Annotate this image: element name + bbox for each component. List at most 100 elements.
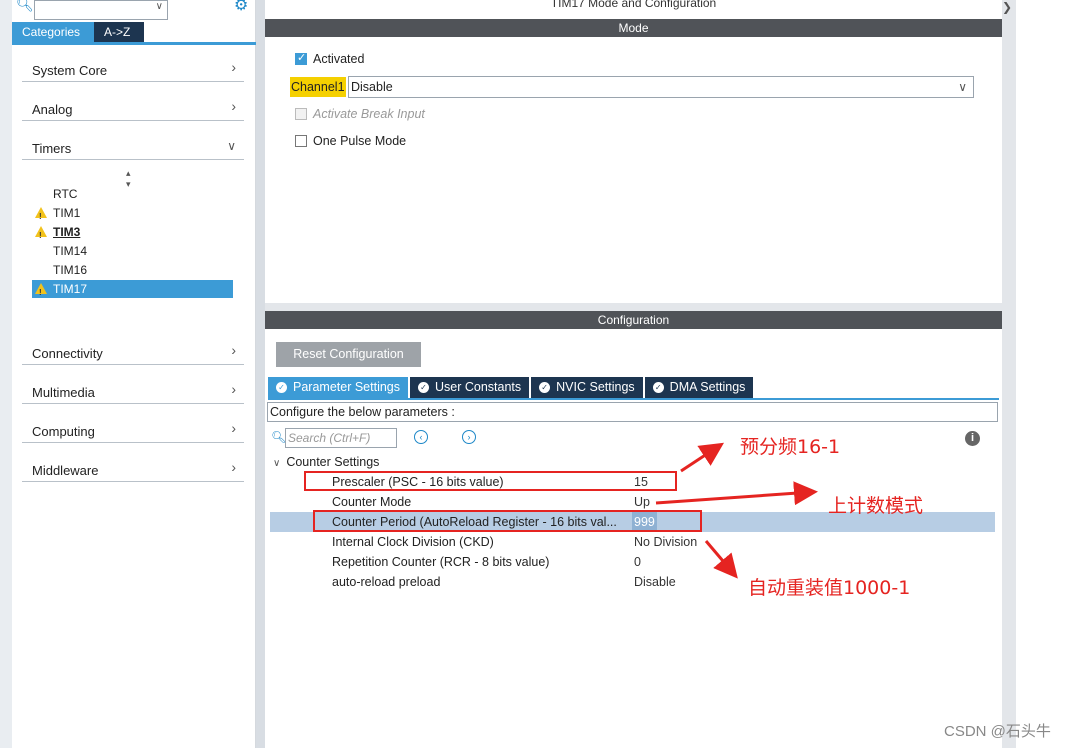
param-clock-division[interactable]: Internal Clock Division (CKD) No Divisio… [270, 532, 995, 552]
activated-label: Activated [313, 52, 365, 66]
break-input-row: Activate Break Input [295, 106, 425, 122]
count-mode-annotation: 上计数模式 [828, 495, 924, 517]
channel1-select[interactable]: Disable ∨ [348, 76, 974, 98]
param-name: Counter Mode [332, 495, 412, 509]
one-pulse-checkbox[interactable] [295, 135, 307, 147]
timer-label: TIM1 [53, 206, 81, 220]
page-title: TIM17 Mode and Configuration [550, 0, 717, 10]
group-label: Counter Settings [286, 455, 380, 469]
category-tabs: Categories A->Z [12, 22, 144, 42]
tab-categories[interactable]: Categories [12, 22, 94, 42]
right-margin-strip [1002, 0, 1016, 748]
check-circle-icon: ✓ [652, 382, 664, 393]
param-name: Internal Clock Division (CKD) [332, 535, 494, 549]
tab-label: User Constants [435, 380, 522, 394]
categories-panel: 🔍︎ ∨ ⚙ Categories A->Z System Core › Ana… [12, 0, 256, 748]
panel-splitter[interactable] [256, 0, 265, 748]
parameter-search-input[interactable]: Search (Ctrl+F) [285, 428, 397, 448]
channel1-value: Disable [351, 80, 393, 94]
previous-match-icon[interactable]: ‹ [414, 430, 428, 444]
tab-label: DMA Settings [669, 380, 746, 394]
activated-checkbox[interactable] [295, 51, 307, 65]
one-pulse-label: One Pulse Mode [313, 134, 407, 148]
section-divider [265, 303, 1002, 311]
period-annotation: 自动重装值1000-1 [748, 577, 911, 599]
timer-label: TIM3 [53, 225, 81, 239]
chevron-right-icon: › [231, 459, 236, 475]
period-highlight-box [313, 510, 702, 532]
gear-icon[interactable]: ⚙ [234, 0, 248, 15]
category-search: 🔍︎ [16, 0, 34, 14]
left-margin-strip [0, 0, 12, 748]
chevron-right-icon: › [231, 98, 236, 114]
chevron-down-icon[interactable]: ∨ [156, 1, 163, 12]
mode-configuration-panel: TIM17 Mode and Configuration Mode Activa… [265, 0, 1002, 748]
timer-item-tim1[interactable]: TIM1 [32, 204, 233, 226]
timer-item-tim3[interactable]: TIM3 [32, 223, 233, 245]
timer-item-tim14[interactable]: TIM14 [32, 242, 233, 260]
param-name: Repetition Counter (RCR - 8 bits value) [332, 555, 550, 569]
break-input-label: Activate Break Input [313, 107, 425, 121]
warning-icon [35, 283, 47, 302]
activated-checkbox-row[interactable]: Activated [295, 51, 364, 67]
chevron-right-icon: › [231, 420, 236, 436]
search-icon: 🔍︎ [271, 430, 287, 444]
tab-label: NVIC Settings [556, 380, 635, 394]
configuration-header: Configuration [265, 311, 1002, 329]
timer-label: TIM16 [53, 263, 88, 277]
category-multimedia[interactable]: Multimedia › [22, 378, 244, 404]
chevron-right-icon: › [231, 59, 236, 75]
chevron-down-icon: ∨ [273, 458, 281, 469]
tab-nvic-settings[interactable]: ✓ NVIC Settings [531, 377, 643, 398]
one-pulse-row[interactable]: One Pulse Mode [295, 133, 406, 149]
reset-configuration-button[interactable]: Reset Configuration [276, 342, 421, 367]
tab-parameter-settings[interactable]: ✓ Parameter Settings [268, 377, 408, 398]
tab-user-constants[interactable]: ✓ User Constants [410, 377, 530, 398]
category-label: Middleware [32, 463, 99, 478]
tab-label: Parameter Settings [293, 380, 400, 394]
param-value[interactable]: No Division [634, 532, 697, 552]
param-value[interactable]: Disable [634, 572, 676, 592]
param-repetition-counter[interactable]: Repetition Counter (RCR - 8 bits value) … [270, 552, 995, 572]
timer-item-tim17[interactable]: TIM17 [32, 280, 233, 302]
param-value[interactable]: 0 [634, 552, 641, 572]
check-circle-icon: ✓ [418, 382, 429, 393]
timer-label: RTC [53, 187, 78, 201]
tab-a-to-z[interactable]: A->Z [94, 22, 144, 42]
next-match-icon[interactable]: › [462, 430, 476, 444]
chevron-right-icon[interactable]: ❯ [1002, 0, 1012, 14]
warning-icon [35, 226, 47, 245]
search-icon: 🔍︎ [16, 0, 34, 12]
category-middleware[interactable]: Middleware › [22, 456, 244, 482]
chevron-down-icon: ∨ [958, 80, 967, 94]
param-value[interactable]: Up [634, 492, 650, 512]
category-label: Connectivity [32, 346, 103, 361]
category-label: Multimedia [32, 385, 95, 400]
counter-settings-group[interactable]: ∨ Counter Settings [273, 455, 379, 469]
timer-item-tim16[interactable]: TIM16 [32, 261, 233, 279]
prescaler-annotation: 预分频16-1 [740, 436, 841, 458]
configuration-description: Configure the below parameters : [267, 402, 998, 422]
category-connectivity[interactable]: Connectivity › [22, 339, 244, 365]
mode-header: Mode [265, 19, 1002, 37]
chevron-right-icon: › [231, 342, 236, 358]
timer-item-rtc[interactable]: RTC [32, 185, 233, 203]
chevron-down-icon: ∨ [227, 139, 236, 153]
tabs-underline [12, 42, 256, 45]
check-circle-icon: ✓ [539, 382, 551, 393]
prescaler-highlight-box [304, 471, 677, 491]
tab-dma-settings[interactable]: ✓ DMA Settings [644, 377, 754, 398]
category-label: System Core [32, 63, 108, 78]
category-analog[interactable]: Analog › [22, 95, 244, 121]
channel1-label: Channel1 [290, 77, 346, 97]
check-circle-icon: ✓ [276, 382, 287, 393]
category-search-input[interactable]: ∨ [34, 0, 168, 20]
info-icon[interactable]: i [965, 431, 980, 446]
configuration-tabs: ✓ Parameter Settings ✓ User Constants ✓ … [268, 377, 755, 398]
category-timers[interactable]: Timers ∨ [22, 134, 244, 160]
category-computing[interactable]: Computing › [22, 417, 244, 443]
category-label: Computing [32, 424, 95, 439]
break-input-checkbox [295, 108, 307, 120]
watermark: CSDN @石头牛 [944, 723, 1051, 740]
category-system-core[interactable]: System Core › [22, 56, 244, 82]
